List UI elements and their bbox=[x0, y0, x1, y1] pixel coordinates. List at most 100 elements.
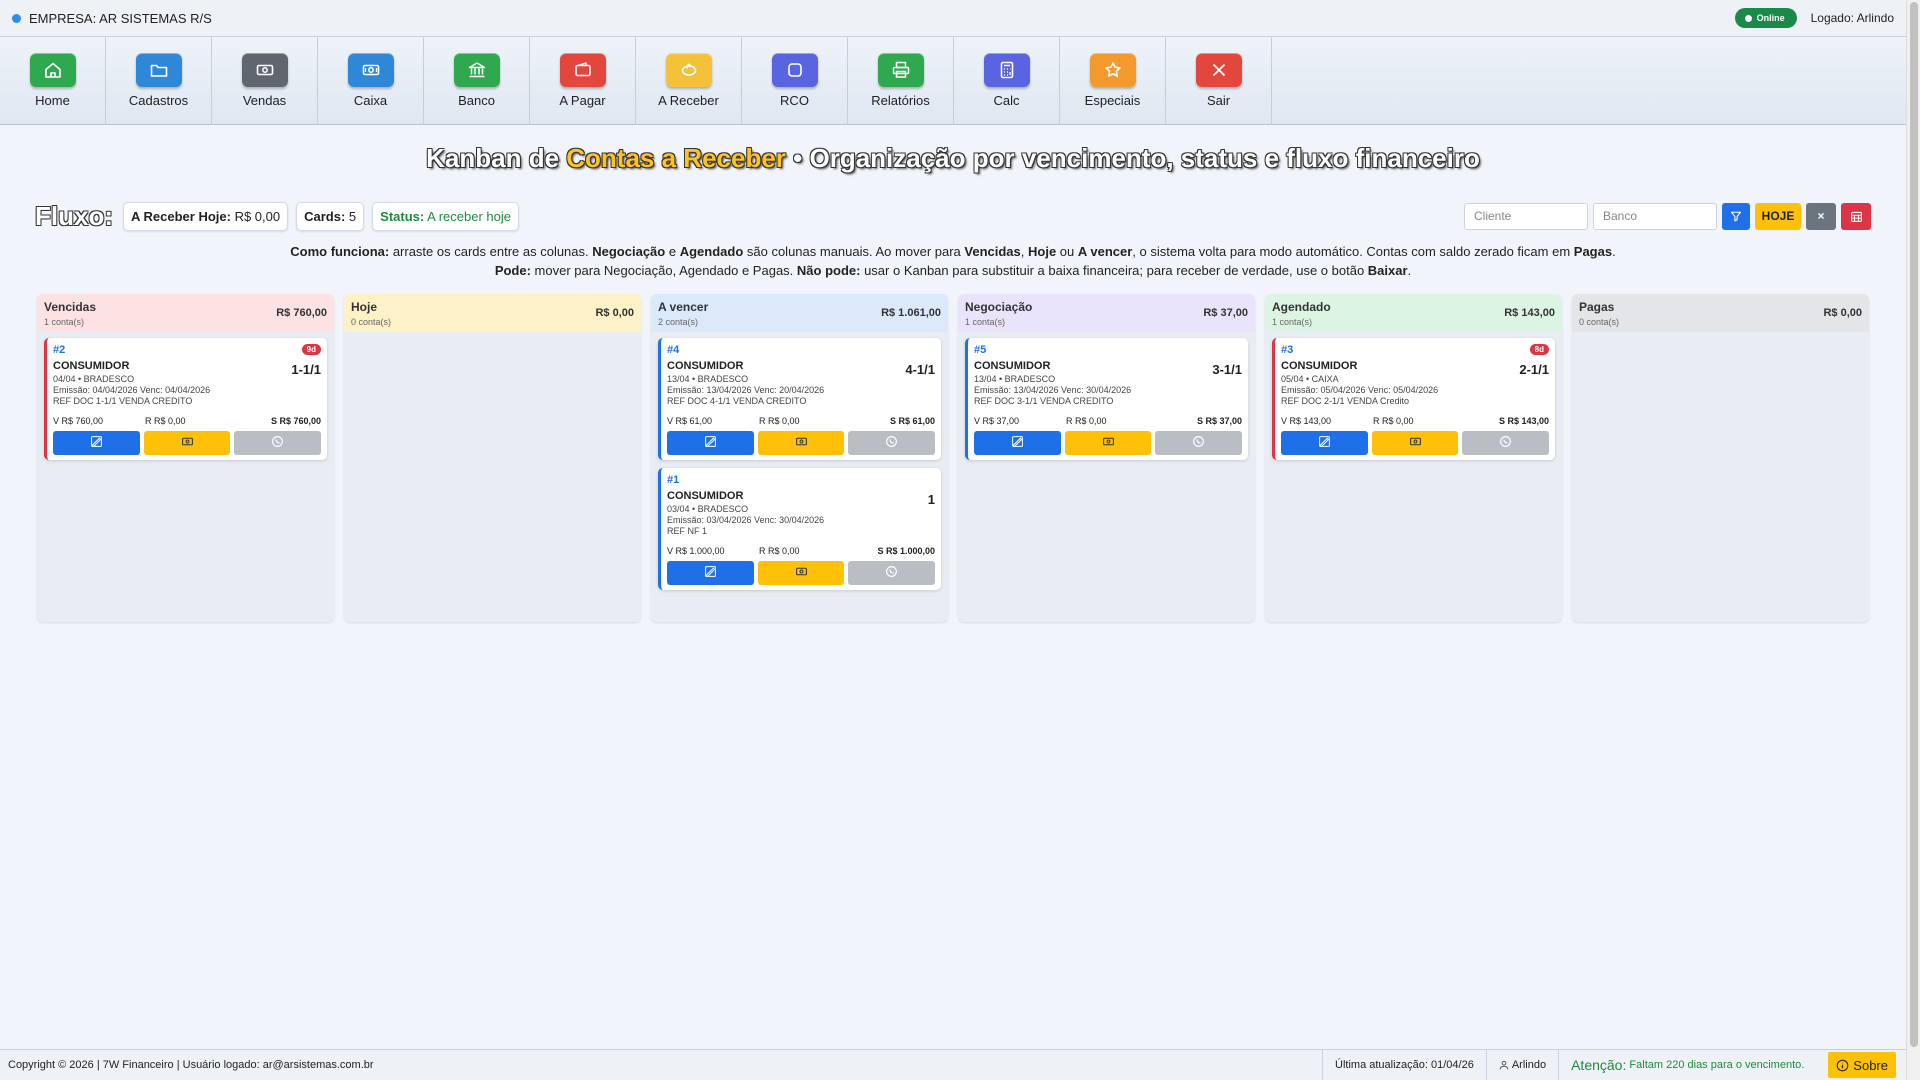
company-name: EMPRESA: AR SISTEMAS R/S bbox=[29, 10, 212, 26]
card-value: V R$ 37,00 bbox=[974, 416, 1020, 426]
kanban-card[interactable]: #5 CONSUMIDOR 3-1/1 13/04 • BRADESCO Emissão… bbox=[965, 338, 1248, 460]
column-title: Pagas bbox=[1579, 300, 1615, 314]
receive-button[interactable] bbox=[757, 431, 845, 455]
edit-button[interactable] bbox=[1281, 431, 1368, 455]
whatsapp-button[interactable] bbox=[1462, 431, 1550, 455]
cash-register-icon bbox=[347, 53, 394, 87]
instructions: Como funciona: arraste os cards entre as… bbox=[0, 242, 1906, 280]
toolbar-label: Calc bbox=[993, 93, 1020, 108]
toolbar-sair-button[interactable]: Sair bbox=[1166, 37, 1272, 125]
toolbar-banco-button[interactable]: Banco bbox=[424, 37, 530, 125]
money-icon bbox=[795, 435, 808, 451]
toolbar-label: Sair bbox=[1206, 93, 1231, 108]
kanban-card[interactable]: #3 8d CONSUMIDOR 2-1/1 05/04 • CAIXA Emissão:… bbox=[1272, 338, 1555, 460]
card-reference: REF DOC 1-1/1 VENDA CREDITO bbox=[53, 396, 193, 406]
toolbar-cadastros-button[interactable]: Cadastros bbox=[106, 37, 212, 125]
whatsapp-icon bbox=[271, 435, 284, 451]
kanban-card[interactable]: #2 9d CONSUMIDOR 1-1/1 04/04 • BRADESCO Emiss… bbox=[44, 338, 327, 460]
toolbar-vendas-button[interactable]: Vendas bbox=[212, 37, 318, 125]
card-number: #3 bbox=[1281, 344, 1294, 356]
edit-button[interactable] bbox=[53, 431, 140, 455]
card-date-bank: 05/04 • CAIXA bbox=[1281, 374, 1339, 384]
whatsapp-button[interactable] bbox=[848, 431, 936, 455]
bank-filter-input[interactable] bbox=[1593, 202, 1717, 230]
column-header: Hoje 0 conta(s) R$ 0,00 bbox=[344, 294, 641, 332]
column-total: R$ 760,00 bbox=[276, 307, 327, 319]
column-header: Pagas 0 conta(s) R$ 0,00 bbox=[1572, 294, 1869, 332]
toolbar-calc-button[interactable]: Calc bbox=[954, 37, 1060, 125]
card-received: R R$ 0,00 bbox=[1066, 416, 1107, 426]
edit-button[interactable] bbox=[667, 561, 754, 585]
toolbar-a-receber-button[interactable]: A Receber bbox=[636, 37, 742, 125]
card-reference: REF DOC 2-1/1 VENDA Credito bbox=[1281, 396, 1410, 406]
cash-icon bbox=[241, 53, 288, 87]
calendar-icon bbox=[1850, 211, 1862, 222]
kanban-column-vencidas[interactable]: Vencidas 1 conta(s) R$ 760,00 #2 9d CONSUMIDO… bbox=[37, 294, 334, 622]
kanban-column-negociacao[interactable]: Negociação 1 conta(s) R$ 37,00 #5 CONSUMIDOR… bbox=[958, 294, 1255, 622]
edit-button[interactable] bbox=[974, 431, 1061, 455]
flow-summary-row: Fluxo: A Receber Hoje: R$ 0,00 Cards: 5 … bbox=[35, 200, 1871, 232]
edit-icon bbox=[1011, 435, 1024, 451]
receive-button[interactable] bbox=[143, 431, 231, 455]
card-parcel: 2-1/1 bbox=[1519, 362, 1549, 377]
client-filter-input[interactable] bbox=[1464, 202, 1588, 230]
toolbar-especiais-button[interactable]: Especiais bbox=[1060, 37, 1166, 125]
toolbar-a-pagar-button[interactable]: A Pagar bbox=[530, 37, 636, 125]
kanban-card[interactable]: #4 CONSUMIDOR 4-1/1 13/04 • BRADESCO Emissão… bbox=[658, 338, 941, 460]
toolbar-home-button[interactable]: Home bbox=[0, 37, 106, 125]
edit-icon bbox=[90, 435, 103, 451]
receivable-today-pill: A Receber Hoje: R$ 0,00 bbox=[123, 201, 289, 231]
star-icon bbox=[1089, 53, 1136, 87]
card-balance: S R$ 61,00 bbox=[889, 416, 935, 426]
column-title: Hoje bbox=[351, 300, 378, 314]
card-client: CONSUMIDOR bbox=[1281, 360, 1358, 372]
footer: Copyright © 2026 | 7W Financeiro | Usuár… bbox=[0, 1049, 1906, 1080]
toolbar-rco-button[interactable]: RCO bbox=[742, 37, 848, 125]
toolbar-caixa-button[interactable]: Caixa bbox=[318, 37, 424, 125]
kanban-column-hoje[interactable]: Hoje 0 conta(s) R$ 0,00 bbox=[344, 294, 641, 622]
money-icon bbox=[181, 435, 194, 451]
card-parcel: 3-1/1 bbox=[1212, 362, 1242, 377]
about-button[interactable]: Sobre bbox=[1828, 1052, 1896, 1078]
kanban-column-pagas[interactable]: Pagas 0 conta(s) R$ 0,00 bbox=[1572, 294, 1869, 622]
receive-button[interactable] bbox=[1371, 431, 1459, 455]
close-icon bbox=[1195, 53, 1242, 87]
toolbar-relat-rios-button[interactable]: Relatórios bbox=[848, 37, 954, 125]
whatsapp-button[interactable] bbox=[848, 561, 936, 585]
money-icon bbox=[1102, 435, 1115, 451]
card-client: CONSUMIDOR bbox=[667, 490, 744, 502]
logged-user: Logado: Arlindo bbox=[1810, 11, 1894, 25]
column-total: R$ 37,00 bbox=[1203, 307, 1248, 319]
card-dates: Emissão: 03/04/2026 Venc: 30/04/2026 bbox=[667, 515, 825, 525]
flow-title: Fluxo: bbox=[35, 200, 113, 231]
edit-button[interactable] bbox=[667, 431, 754, 455]
toolbar-label: RCO bbox=[780, 93, 809, 108]
toolbar-label: Banco bbox=[458, 93, 495, 108]
column-count: 0 conta(s) bbox=[1579, 317, 1620, 327]
whatsapp-button[interactable] bbox=[234, 431, 322, 455]
receive-button[interactable] bbox=[757, 561, 845, 585]
money-icon bbox=[1409, 435, 1422, 451]
instructions-line-1: Como funciona: arraste os cards entre as… bbox=[290, 244, 1616, 259]
kanban-card[interactable]: #1 CONSUMIDOR 1 03/04 • BRADESCO Emissão: 03… bbox=[658, 468, 941, 590]
vertical-scrollbar[interactable] bbox=[1906, 0, 1920, 1080]
filter-button[interactable] bbox=[1722, 202, 1750, 230]
receive-button[interactable] bbox=[1064, 431, 1152, 455]
column-total: R$ 143,00 bbox=[1504, 307, 1555, 319]
whatsapp-button[interactable] bbox=[1155, 431, 1243, 455]
whatsapp-icon bbox=[1499, 435, 1512, 451]
kanban-column-agendado[interactable]: Agendado 1 conta(s) R$ 143,00 #3 8d CONSUMIDO… bbox=[1265, 294, 1562, 622]
today-button[interactable]: HOJE bbox=[1755, 202, 1801, 230]
last-update: Última atualização: 01/04/26 bbox=[1322, 1049, 1486, 1080]
clear-filter-button[interactable]: × bbox=[1806, 202, 1836, 230]
card-client: CONSUMIDOR bbox=[53, 360, 130, 372]
toolbar-label: Home bbox=[35, 93, 70, 108]
calculator-icon bbox=[983, 53, 1030, 87]
card-client: CONSUMIDOR bbox=[667, 360, 744, 372]
card-number: #5 bbox=[974, 344, 987, 356]
card-dates: Emissão: 13/04/2026 Venc: 30/04/2026 bbox=[974, 385, 1132, 395]
calendar-button[interactable] bbox=[1841, 202, 1871, 230]
kanban-column-a-vencer[interactable]: A vencer 2 conta(s) R$ 1.061,00 #4 CONSUMIDO… bbox=[651, 294, 948, 622]
overdue-days-badge: 8d bbox=[1529, 344, 1549, 355]
whatsapp-icon bbox=[1192, 435, 1205, 451]
